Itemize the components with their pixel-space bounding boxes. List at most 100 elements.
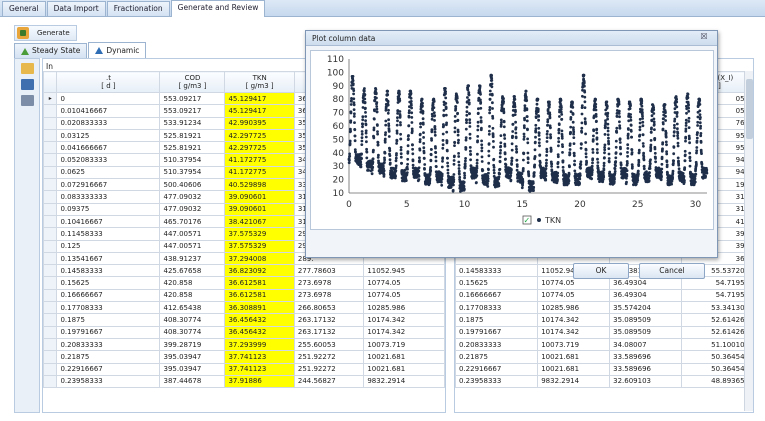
table-cell[interactable]: 0.041666667 xyxy=(56,141,161,155)
table-cell[interactable]: 45.129417 xyxy=(224,91,295,106)
table-row[interactable]: 0.22916667 395.03947 37.741123 251.92272 100… xyxy=(43,362,445,376)
table-cell[interactable]: 395.03947 xyxy=(159,362,226,376)
table-cell[interactable]: 0.14583333 xyxy=(455,264,539,278)
table-cell[interactable]: 37.575329 xyxy=(224,239,295,253)
table-cell[interactable]: 34.08007 xyxy=(609,337,683,352)
table-cell[interactable]: 273.6978 xyxy=(293,276,365,290)
table-row[interactable]: 0.23958333 387.44678 37.91886 244.56827 9832… xyxy=(43,374,445,389)
table-row[interactable]: 0.19791667 10174.342 35.089509 52.614263 xyxy=(455,325,753,339)
table-row[interactable]: 0.17708333 10285.986 35.574204 53.341306 xyxy=(455,301,753,315)
table-cell[interactable]: 33.589696 xyxy=(609,362,683,376)
table-cell[interactable]: 525.81921 xyxy=(159,128,226,143)
tab-data-import[interactable]: Data Import xyxy=(46,1,106,16)
table-cell[interactable]: 465.70176 xyxy=(159,214,226,229)
table-cell[interactable]: 42.297725 xyxy=(224,128,295,143)
table-cell[interactable]: 10174.342 xyxy=(363,325,445,339)
table-cell[interactable]: 10174.342 xyxy=(537,313,611,327)
table-cell[interactable]: 33.589696 xyxy=(609,350,683,364)
table-cell[interactable]: 510.37954 xyxy=(159,153,226,167)
table-cell[interactable]: 412.65438 xyxy=(159,301,226,315)
table-row[interactable]: 0.15625 420.858 36.612581 273.6978 10774.05 xyxy=(43,276,445,290)
table-cell[interactable]: 42.297725 xyxy=(224,141,295,155)
table-cell[interactable]: 51.100105 xyxy=(681,337,753,352)
table-cell[interactable]: 0.23958333 xyxy=(56,374,161,389)
column-header[interactable]: TKN[ g/m3 ] xyxy=(224,71,295,93)
table-row[interactable]: 0.1875 10174.342 35.089509 52.614263 xyxy=(455,313,753,327)
table-cell[interactable]: 10285.986 xyxy=(363,301,445,315)
table-cell[interactable]: 42.990395 xyxy=(224,116,295,130)
grid-icon[interactable] xyxy=(20,95,34,106)
save-icon[interactable] xyxy=(20,79,34,90)
table-cell[interactable]: 52.614263 xyxy=(681,325,753,339)
table-cell[interactable]: 510.37954 xyxy=(159,165,226,180)
table-cell[interactable]: 0.052083333 xyxy=(56,153,161,167)
table-cell[interactable]: 52.614263 xyxy=(681,313,753,327)
table-row[interactable]: 0.23958333 9832.2914 32.609103 48.893655 xyxy=(455,374,753,389)
table-cell[interactable]: 10774.05 xyxy=(537,288,611,303)
table-cell[interactable]: 39.090601 xyxy=(224,202,295,216)
table-cell[interactable]: 37.91886 xyxy=(224,374,295,389)
table-cell[interactable]: 11052.945 xyxy=(363,264,445,278)
table-cell[interactable]: 0.083333333 xyxy=(56,190,161,204)
table-cell[interactable]: 408.30774 xyxy=(159,325,226,339)
table-cell[interactable]: 10774.05 xyxy=(363,276,445,290)
tab-dynamic[interactable]: Dynamic xyxy=(88,42,147,58)
table-cell[interactable]: 553.09217 xyxy=(159,104,226,118)
table-cell[interactable]: 251.92272 xyxy=(293,350,365,364)
table-row[interactable]: 0.22916667 10021.681 33.589696 50.364544 xyxy=(455,362,753,376)
table-cell[interactable]: 0.1875 xyxy=(455,313,539,327)
table-cell[interactable]: 36.823092 xyxy=(224,264,295,278)
table-cell[interactable]: 35.089509 xyxy=(609,325,683,339)
table-cell[interactable]: 263.17132 xyxy=(293,325,365,339)
table-cell[interactable]: 37.741123 xyxy=(224,362,295,376)
table-cell[interactable]: 0.010416667 xyxy=(56,104,161,118)
table-cell[interactable]: 533.91234 xyxy=(159,116,226,130)
table-cell[interactable]: 10021.681 xyxy=(537,362,611,376)
column-header[interactable]: COD[ g/m3 ] xyxy=(159,71,226,93)
table-cell[interactable]: 447.00571 xyxy=(159,227,226,241)
table-cell[interactable]: 37.293999 xyxy=(224,337,295,352)
table-cell[interactable]: 0.11458333 xyxy=(56,227,161,241)
close-icon[interactable]: ☒ xyxy=(699,32,709,42)
table-cell[interactable]: 10174.342 xyxy=(537,325,611,339)
table-cell[interactable]: 0.020833333 xyxy=(56,116,161,130)
table-cell[interactable]: 0.19791667 xyxy=(455,325,539,339)
table-cell[interactable]: 244.56827 xyxy=(293,374,365,389)
generate-button[interactable]: Generate xyxy=(14,25,77,41)
table-cell[interactable]: 395.03947 xyxy=(159,350,226,364)
table-cell[interactable]: 10285.986 xyxy=(537,301,611,315)
table-cell[interactable]: 9832.2914 xyxy=(363,374,445,389)
table-cell[interactable]: 0.21875 xyxy=(56,350,161,364)
table-cell[interactable]: 477.09032 xyxy=(159,190,226,204)
table-cell[interactable]: 36.612581 xyxy=(224,276,295,290)
table-cell[interactable]: 500.40606 xyxy=(159,178,226,192)
table-cell[interactable]: 0 xyxy=(56,91,161,106)
table-cell[interactable]: 54.71956 xyxy=(681,288,753,303)
table-cell[interactable]: 0.14583333 xyxy=(56,264,161,278)
table-row[interactable]: 0.20833333 10073.719 34.08007 51.100105 xyxy=(455,337,753,352)
table-cell[interactable]: 266.80653 xyxy=(293,301,365,315)
table-cell[interactable]: 10021.681 xyxy=(363,362,445,376)
table-cell[interactable]: 53.341306 xyxy=(681,301,753,315)
scrollbar-thumb[interactable] xyxy=(746,79,753,139)
table-cell[interactable]: 45.129417 xyxy=(224,104,295,118)
table-row[interactable]: 0.1875 408.30774 36.456432 263.17132 10174.3… xyxy=(43,313,445,327)
table-cell[interactable]: 0.19791667 xyxy=(56,325,161,339)
table-cell[interactable]: 0.20833333 xyxy=(455,337,539,352)
table-cell[interactable]: 0.17708333 xyxy=(56,301,161,315)
cancel-button[interactable]: Cancel xyxy=(639,263,705,279)
table-cell[interactable]: 387.44678 xyxy=(159,374,226,389)
table-cell[interactable]: 35.574204 xyxy=(609,301,683,315)
table-cell[interactable]: 255.60053 xyxy=(293,337,365,352)
table-cell[interactable]: 420.858 xyxy=(159,276,226,290)
table-cell[interactable]: 37.575329 xyxy=(224,227,295,241)
table-cell[interactable]: 0.20833333 xyxy=(56,337,161,352)
table-row[interactable]: 0.21875 395.03947 37.741123 251.92272 10021.… xyxy=(43,350,445,364)
tab-general[interactable]: General xyxy=(2,1,46,16)
column-header[interactable]: .t[ d ] xyxy=(56,71,161,93)
table-cell[interactable]: 50.364544 xyxy=(681,350,753,364)
table-cell[interactable]: 37.294008 xyxy=(224,251,295,266)
table-cell[interactable]: 41.172775 xyxy=(224,153,295,167)
table-cell[interactable]: 525.81921 xyxy=(159,141,226,155)
table-cell[interactable]: 420.858 xyxy=(159,288,226,303)
